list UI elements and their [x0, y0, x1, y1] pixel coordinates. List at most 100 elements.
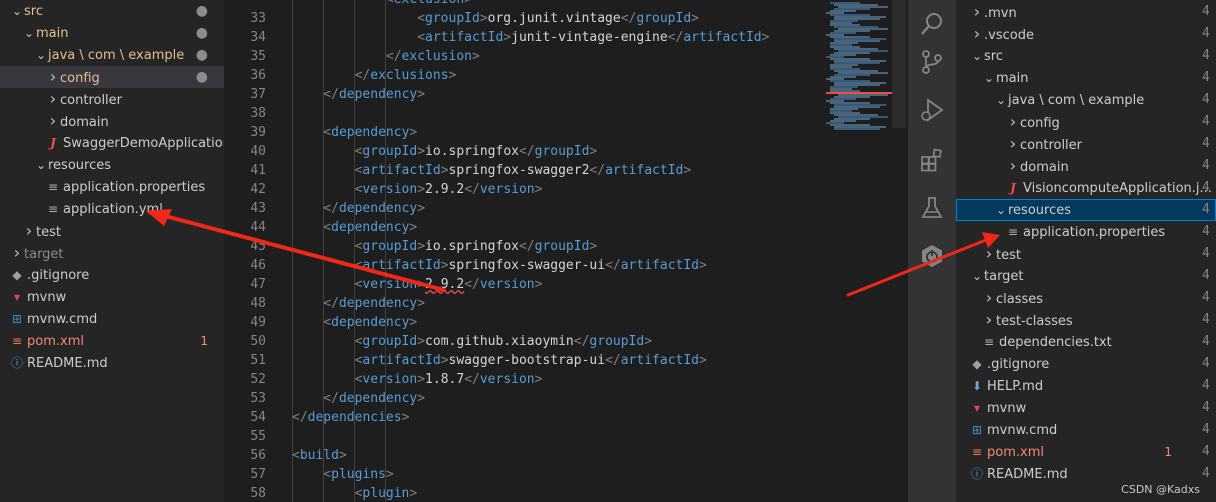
chevron-down-icon[interactable]: ⌄: [22, 22, 36, 44]
code-line[interactable]: 43 </dependency>: [224, 199, 820, 218]
tree-item-controller[interactable]: › controller: [956, 133, 1216, 155]
tree-item-mvnw-cmd[interactable]: ⊞ mvnw.cmd: [0, 308, 224, 330]
code-line[interactable]: 58 <plugin>: [224, 484, 820, 502]
chevron-down-icon[interactable]: ⌄: [982, 67, 996, 89]
code-line[interactable]: <exclusion>: [224, 0, 820, 9]
tree-item-gitignore[interactable]: ◆ .gitignore: [0, 264, 224, 286]
tree-item-test-classes[interactable]: › test-classes: [956, 309, 1216, 331]
chevron-right-icon[interactable]: ›: [1006, 155, 1020, 177]
tree-item-gitignore[interactable]: ◆ .gitignore: [956, 353, 1216, 375]
chevron-right-icon[interactable]: ›: [46, 88, 60, 110]
tree-item-config[interactable]: › config ●: [0, 66, 224, 88]
code-line[interactable]: 55: [224, 427, 820, 446]
tree-item-vscode[interactable]: › .vscode: [956, 23, 1216, 45]
minimap-slider[interactable]: [892, 0, 906, 128]
xml-tag-name: plugins: [331, 467, 386, 482]
chevron-down-icon[interactable]: ⌄: [994, 89, 1008, 111]
tree-item-domain[interactable]: › domain: [956, 155, 1216, 177]
xml-bracket: >: [417, 182, 426, 197]
tree-item-target[interactable]: ⌄ target: [956, 265, 1216, 287]
tree-item-mvnw[interactable]: ▾ mvnw: [0, 286, 224, 308]
code-line[interactable]: 48 </dependency>: [224, 294, 820, 313]
chevron-right-icon[interactable]: ›: [970, 1, 984, 23]
code-line[interactable]: 36 </exclusions>: [224, 66, 820, 85]
chevron-down-icon[interactable]: ⌄: [34, 44, 48, 66]
code-line[interactable]: 54 </dependencies>: [224, 408, 820, 427]
tree-item-label: application.properties: [1023, 225, 1166, 240]
tree-item-controller[interactable]: › controller: [0, 88, 224, 110]
tree-item-readme-md[interactable]: ⓘ README.md: [0, 352, 224, 374]
chevron-right-icon[interactable]: ›: [22, 220, 36, 242]
tree-item-mvnw[interactable]: ▾ mvnw: [956, 397, 1216, 419]
tree-item-java-com-example[interactable]: ⌄ java \ com \ example: [956, 89, 1216, 111]
run-debug-icon[interactable]: [908, 86, 956, 134]
code-line[interactable]: 41 <artifactId>springfox-swagger2</artifa…: [224, 161, 820, 180]
code-line[interactable]: 34 <artifactId>junit-vintage-engine</arti…: [224, 28, 820, 47]
code-line[interactable]: 49 <dependency>: [224, 313, 820, 332]
code-line[interactable]: 57 <plugins>: [224, 465, 820, 484]
tree-item-src[interactable]: ⌄ src ●: [0, 0, 224, 22]
tree-item-test[interactable]: › test: [0, 220, 224, 242]
code-line[interactable]: 35 </exclusion>: [224, 47, 820, 66]
code-line[interactable]: 40 <groupId>io.springfox</groupId>: [224, 142, 820, 161]
tree-item-dependencies-txt[interactable]: ≡ dependencies.txt: [956, 331, 1216, 353]
code-line[interactable]: 39 <dependency>: [224, 123, 820, 142]
tree-item-target[interactable]: › target: [0, 242, 224, 264]
tree-item-main[interactable]: ⌄ main ●: [0, 22, 224, 44]
tree-item-domain[interactable]: › domain: [0, 110, 224, 132]
code-line[interactable]: 51 <artifactId>swagger-bootstrap-ui</arti…: [224, 351, 820, 370]
tree-item-test[interactable]: › test: [956, 243, 1216, 265]
chevron-right-icon[interactable]: ›: [970, 23, 984, 45]
tree-item-config[interactable]: › config: [956, 111, 1216, 133]
code-line[interactable]: 56 <build>: [224, 446, 820, 465]
chevron-right-icon[interactable]: ›: [1006, 111, 1020, 133]
chevron-right-icon[interactable]: ›: [10, 242, 24, 264]
chevron-right-icon[interactable]: ›: [982, 287, 996, 309]
code-line[interactable]: 46 <artifactId>springfox-swagger-ui</arti…: [224, 256, 820, 275]
chevron-down-icon[interactable]: ⌄: [34, 154, 48, 176]
xml-bracket: >: [409, 220, 418, 235]
chevron-down-icon[interactable]: ⌄: [970, 265, 984, 287]
code-line[interactable]: 38: [224, 104, 820, 123]
tree-item-pom-xml[interactable]: ≡ pom.xml 1: [956, 441, 1216, 463]
code-line[interactable]: 50 <groupId>com.github.xiaoymin</groupId>: [224, 332, 820, 351]
tree-item-pom-xml[interactable]: ≡ pom.xml 1: [0, 330, 224, 352]
tree-item-swaggerdemoapplication-j[interactable]: J SwaggerDemoApplication.j...: [0, 132, 224, 154]
chevron-right-icon[interactable]: ›: [46, 66, 60, 88]
chevron-right-icon[interactable]: ›: [982, 309, 996, 331]
xml-tag-name: build: [299, 448, 339, 463]
tree-item-help-md[interactable]: ⬇ HELP.md: [956, 375, 1216, 397]
code-line[interactable]: 52 <version>1.8.7</version>: [224, 370, 820, 389]
code-line[interactable]: 33 <groupId>org.junit.vintage</groupId>: [224, 9, 820, 28]
tree-item-java-com-example[interactable]: ⌄ java \ com \ example ●: [0, 44, 224, 66]
code-editor[interactable]: <exclusion>33<groupId>org.junit.vintage<…: [224, 0, 820, 502]
tree-item-mvnw-cmd[interactable]: ⊞ mvnw.cmd: [956, 419, 1216, 441]
chevron-down-icon[interactable]: ⌄: [994, 199, 1008, 221]
tree-item-resources[interactable]: ⌄ resources: [0, 154, 224, 176]
spring-boot-icon[interactable]: [908, 232, 956, 280]
tree-item-visioncomputeapplication-j[interactable]: J VisioncomputeApplication.j...: [956, 177, 1216, 199]
chevron-right-icon[interactable]: ›: [982, 243, 996, 265]
tree-item-main[interactable]: ⌄ main: [956, 67, 1216, 89]
chevron-right-icon[interactable]: ›: [1006, 133, 1020, 155]
code-line[interactable]: 42 <version>2.9.2</version>: [224, 180, 820, 199]
code-line[interactable]: 37 </dependency>: [224, 85, 820, 104]
source-control-icon[interactable]: [908, 38, 956, 86]
code-line[interactable]: 47 <version>2.9.2</version>: [224, 275, 820, 294]
chevron-down-icon[interactable]: ⌄: [970, 45, 984, 67]
chevron-right-icon[interactable]: ›: [46, 110, 60, 132]
tree-item-application-properties[interactable]: ≡ application.properties: [956, 221, 1216, 243]
tree-item-src[interactable]: ⌄ src: [956, 45, 1216, 67]
code-line[interactable]: 45 <groupId>io.springfox</groupId>: [224, 237, 820, 256]
code-line[interactable]: 44 <dependency>: [224, 218, 820, 237]
tree-item-application-properties[interactable]: ≡ application.properties: [0, 176, 224, 198]
code-line[interactable]: 53 </dependency>: [224, 389, 820, 408]
extensions-icon[interactable]: [908, 136, 956, 184]
tree-item-mvn[interactable]: › .mvn: [956, 1, 1216, 23]
testing-icon[interactable]: [908, 184, 956, 232]
tree-item-classes[interactable]: › classes: [956, 287, 1216, 309]
tree-item-application-yml[interactable]: ≡ application.yml: [0, 198, 224, 220]
chevron-down-icon[interactable]: ⌄: [10, 0, 24, 22]
tree-item-readme-md[interactable]: ⓘ README.md: [956, 463, 1216, 485]
tree-item-resources[interactable]: ⌄ resources: [956, 199, 1216, 221]
